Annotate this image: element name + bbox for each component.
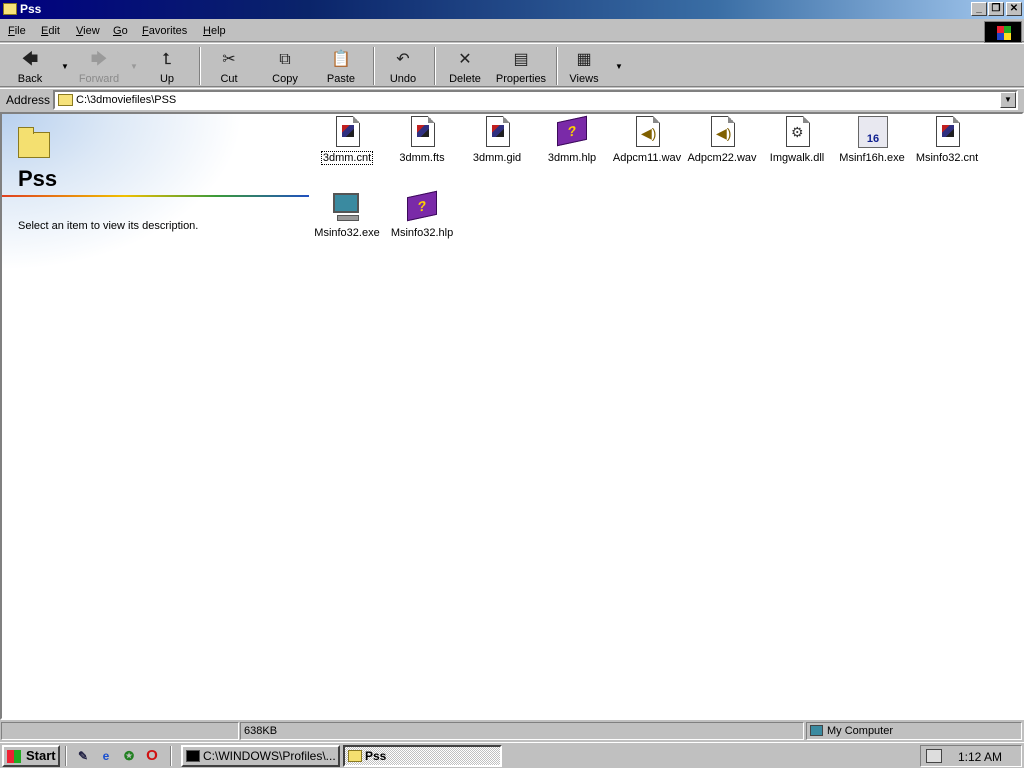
file-item[interactable]: 3dmm.cnt <box>309 116 385 165</box>
sound-file-icon: ◀) <box>706 116 738 148</box>
status-size: 638KB <box>240 722 804 740</box>
back-arrow-icon: 🡄 <box>21 51 39 68</box>
back-dropdown-icon[interactable]: ▼ <box>61 62 69 71</box>
close-button[interactable]: ✕ <box>1006 2 1022 16</box>
address-label: Address <box>6 93 51 107</box>
folder-icon <box>18 127 50 158</box>
folder-icon <box>58 94 73 106</box>
toolbar-separator <box>199 47 201 85</box>
views-grid-icon: ▦ <box>576 51 592 68</box>
address-dropdown-icon[interactable]: ▼ <box>1000 92 1016 108</box>
address-value: C:\3dmoviefiles\PSS <box>76 94 177 106</box>
file-item[interactable]: ◀) Adpcm11.wav <box>609 116 685 164</box>
up-folder-icon: ⮤ <box>162 51 172 68</box>
forward-button[interactable]: 🡆 Forward <box>72 46 126 86</box>
properties-button[interactable]: ▤ Properties <box>493 46 549 86</box>
menu-favorites[interactable]: Favorites <box>142 25 187 37</box>
toolbar-separator <box>373 47 375 85</box>
folder-view[interactable]: Pss Select an item to view its descripti… <box>0 112 1024 720</box>
file-item[interactable]: 3dmm.fts <box>384 116 460 164</box>
back-button[interactable]: 🡄 Back <box>4 46 56 86</box>
minimize-button[interactable]: _ <box>971 2 987 16</box>
taskbar-separator <box>170 746 172 766</box>
msdos-icon <box>186 750 200 762</box>
file-item[interactable]: ? Msinfo32.hlp <box>384 190 460 239</box>
menu-help[interactable]: Help <box>203 25 226 37</box>
menu-go[interactable]: Go <box>113 25 128 37</box>
taskbar-task-pss[interactable]: Pss <box>343 745 502 767</box>
channels-icon[interactable]: ✪ <box>120 747 138 765</box>
clock[interactable]: 1:12 AM <box>958 750 1002 764</box>
help-contents-icon <box>481 116 513 148</box>
dll-gear-icon: ⚙ <box>781 116 813 148</box>
status-pane-message <box>1 722 239 740</box>
folder-title: Pss <box>18 166 58 191</box>
views-button[interactable]: ▦ Views <box>562 46 606 86</box>
windows-logo-icon <box>7 750 21 763</box>
scissors-icon: ✂ <box>222 51 236 68</box>
file-item[interactable]: 16 Msinf16h.exe <box>834 116 910 164</box>
help-contents-icon <box>931 116 963 148</box>
undo-icon: ↶ <box>396 51 410 68</box>
web-view-info-panel: Pss Select an item to view its descripti… <box>2 114 310 314</box>
views-dropdown-icon[interactable]: ▼ <box>615 62 623 71</box>
file-item[interactable]: Msinfo32.exe <box>309 191 385 239</box>
file-item[interactable]: 3dmm.gid <box>459 116 535 164</box>
forward-dropdown-icon[interactable]: ▼ <box>130 62 138 71</box>
msinfo-computer-icon <box>331 191 363 223</box>
status-location: My Computer <box>806 722 1022 740</box>
window-title: Pss <box>20 2 42 16</box>
forward-arrow-icon: 🡆 <box>90 51 108 68</box>
internet-explorer-icon[interactable]: e <box>97 747 115 765</box>
status-bar: 638KB My Computer <box>0 721 1024 741</box>
copy-icon: ⧉ <box>279 51 291 68</box>
file-item[interactable]: ◀) Adpcm22.wav <box>684 116 760 164</box>
menu-bar: File Edit View Go Favorites Help <box>0 20 1024 42</box>
file-item[interactable]: ⚙ Imgwalk.dll <box>759 116 835 164</box>
system-tray: 1:12 AM <box>920 745 1022 767</box>
scheduler-icon[interactable] <box>926 749 942 763</box>
clipboard-icon: 📋 <box>331 51 351 68</box>
address-input[interactable]: C:\3dmoviefiles\PSS ▼ <box>53 90 1018 110</box>
folder-icon <box>3 3 17 15</box>
delete-x-icon: ✕ <box>458 51 472 68</box>
start-button[interactable]: Start <box>2 745 60 767</box>
menu-file[interactable]: File <box>8 25 26 37</box>
help-contents-icon <box>331 116 363 148</box>
copy-button[interactable]: ⧉ Copy <box>262 46 308 86</box>
menu-edit[interactable]: Edit <box>41 25 60 37</box>
msinfo16-icon: 16 <box>856 116 888 148</box>
my-computer-icon <box>810 725 823 736</box>
windows-logo-throbber <box>984 21 1022 43</box>
undo-button[interactable]: ↶ Undo <box>380 46 426 86</box>
taskbar-separator <box>65 746 67 766</box>
help-book-icon: ? <box>406 190 438 223</box>
file-item[interactable]: Msinfo32.cnt <box>909 116 985 164</box>
help-contents-icon <box>406 116 438 148</box>
properties-icon: ▤ <box>513 51 529 68</box>
paste-button[interactable]: 📋 Paste <box>317 46 365 86</box>
sound-file-icon: ◀) <box>631 116 663 148</box>
cut-button[interactable]: ✂ Cut <box>206 46 252 86</box>
menu-view[interactable]: View <box>76 25 100 37</box>
divider <box>2 195 309 197</box>
toolbar-separator <box>556 47 558 85</box>
taskbar-task-profiles[interactable]: C:\WINDOWS\Profiles\... <box>181 745 340 767</box>
help-book-icon: ? <box>556 115 588 148</box>
opera-icon[interactable]: O <box>143 747 161 765</box>
restore-button[interactable]: ❐ <box>988 2 1004 16</box>
up-button[interactable]: ⮤ Up <box>142 46 192 86</box>
title-bar[interactable]: Pss _ ❐ ✕ <box>0 0 1024 19</box>
description-text: Select an item to view its description. <box>18 220 199 232</box>
toolbar-separator <box>434 47 436 85</box>
explorer-window: Pss _ ❐ ✕ File Edit View Go Favorites He… <box>0 0 1024 742</box>
standard-toolbar: 🡄 Back ▼ 🡆 Forward ▼ ⮤ Up ✂ Cut ⧉ Copy 📋 Paste… <box>0 43 1024 87</box>
file-item[interactable]: ? 3dmm.hlp <box>534 115 610 164</box>
delete-button[interactable]: ✕ Delete <box>441 46 489 86</box>
taskbar: Start ✎ e ✪ O C:\WINDOWS\Profiles\... Ps… <box>0 742 1024 768</box>
folder-icon <box>348 750 362 762</box>
address-bar: Address C:\3dmoviefiles\PSS ▼ <box>0 88 1024 110</box>
show-desktop-icon[interactable]: ✎ <box>74 747 92 765</box>
